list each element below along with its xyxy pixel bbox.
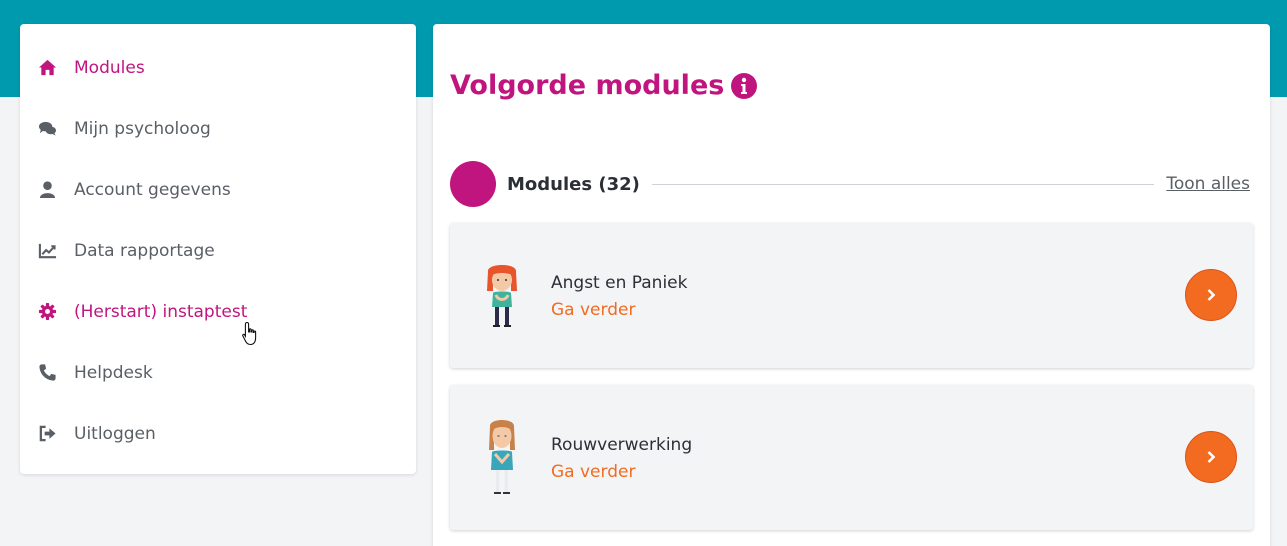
main-panel: Volgorde modules Modules (32) Toon alles… xyxy=(433,24,1270,546)
module-status[interactable]: Ga verder xyxy=(551,300,635,320)
user-icon xyxy=(37,180,57,200)
sidebar-item-uitloggen[interactable]: Uitloggen xyxy=(20,403,416,464)
woman-brown-hair-avatar xyxy=(489,420,515,494)
chart-line-icon xyxy=(37,241,57,261)
sidebar-item-label: Mijn psycholoog xyxy=(74,118,211,139)
module-card[interactable]: Angst en Paniek Ga verder xyxy=(450,223,1253,368)
sidebar-item-account-gegevens[interactable]: Account gegevens xyxy=(20,159,416,220)
page-title-text: Volgorde modules xyxy=(450,70,725,101)
gear-icon xyxy=(37,302,57,322)
info-icon[interactable] xyxy=(730,72,758,100)
modules-section-header: Modules (32) Toon alles xyxy=(450,161,1250,207)
sidebar-item-modules[interactable]: Modules xyxy=(20,37,416,98)
sidebar-item-label: Account gegevens xyxy=(74,179,231,200)
sidebar-item-label: Uitloggen xyxy=(74,423,156,444)
sidebar-item-label: Modules xyxy=(74,57,145,78)
modules-count-heading: Modules (32) xyxy=(507,173,640,195)
page-title: Volgorde modules xyxy=(450,70,758,101)
module-title: Angst en Paniek xyxy=(551,273,688,293)
module-card[interactable]: Rouwverwerking Ga verder xyxy=(450,385,1253,530)
sidebar-item-herstart-instaptest[interactable]: (Herstart) instaptest xyxy=(20,281,416,342)
modules-progress-circle xyxy=(450,161,496,207)
home-icon xyxy=(37,58,57,78)
chevron-right-icon xyxy=(1207,451,1216,463)
divider xyxy=(651,183,1155,185)
sidebar-item-label: (Herstart) instaptest xyxy=(74,301,248,322)
continue-button[interactable] xyxy=(1185,431,1237,483)
sidebar-item-data-rapportage[interactable]: Data rapportage xyxy=(20,220,416,281)
continue-button[interactable] xyxy=(1185,269,1237,321)
chat-icon xyxy=(37,119,57,139)
sidebar-item-helpdesk[interactable]: Helpdesk xyxy=(20,342,416,403)
sidebar-item-label: Helpdesk xyxy=(74,362,153,383)
phone-icon xyxy=(37,363,57,383)
show-all-link[interactable]: Toon alles xyxy=(1166,174,1250,194)
sidebar-item-mijn-psycholoog[interactable]: Mijn psycholoog xyxy=(20,98,416,159)
sidebar-menu: Modules Mijn psycholoog Account gegevens… xyxy=(20,24,416,474)
module-status[interactable]: Ga verder xyxy=(551,462,635,482)
sidebar-item-label: Data rapportage xyxy=(74,240,215,261)
hand-cursor-icon xyxy=(242,321,257,346)
module-title: Rouwverwerking xyxy=(551,435,693,455)
sign-out-icon xyxy=(37,424,57,444)
woman-red-hair-avatar xyxy=(487,265,517,327)
chevron-right-icon xyxy=(1207,289,1216,301)
